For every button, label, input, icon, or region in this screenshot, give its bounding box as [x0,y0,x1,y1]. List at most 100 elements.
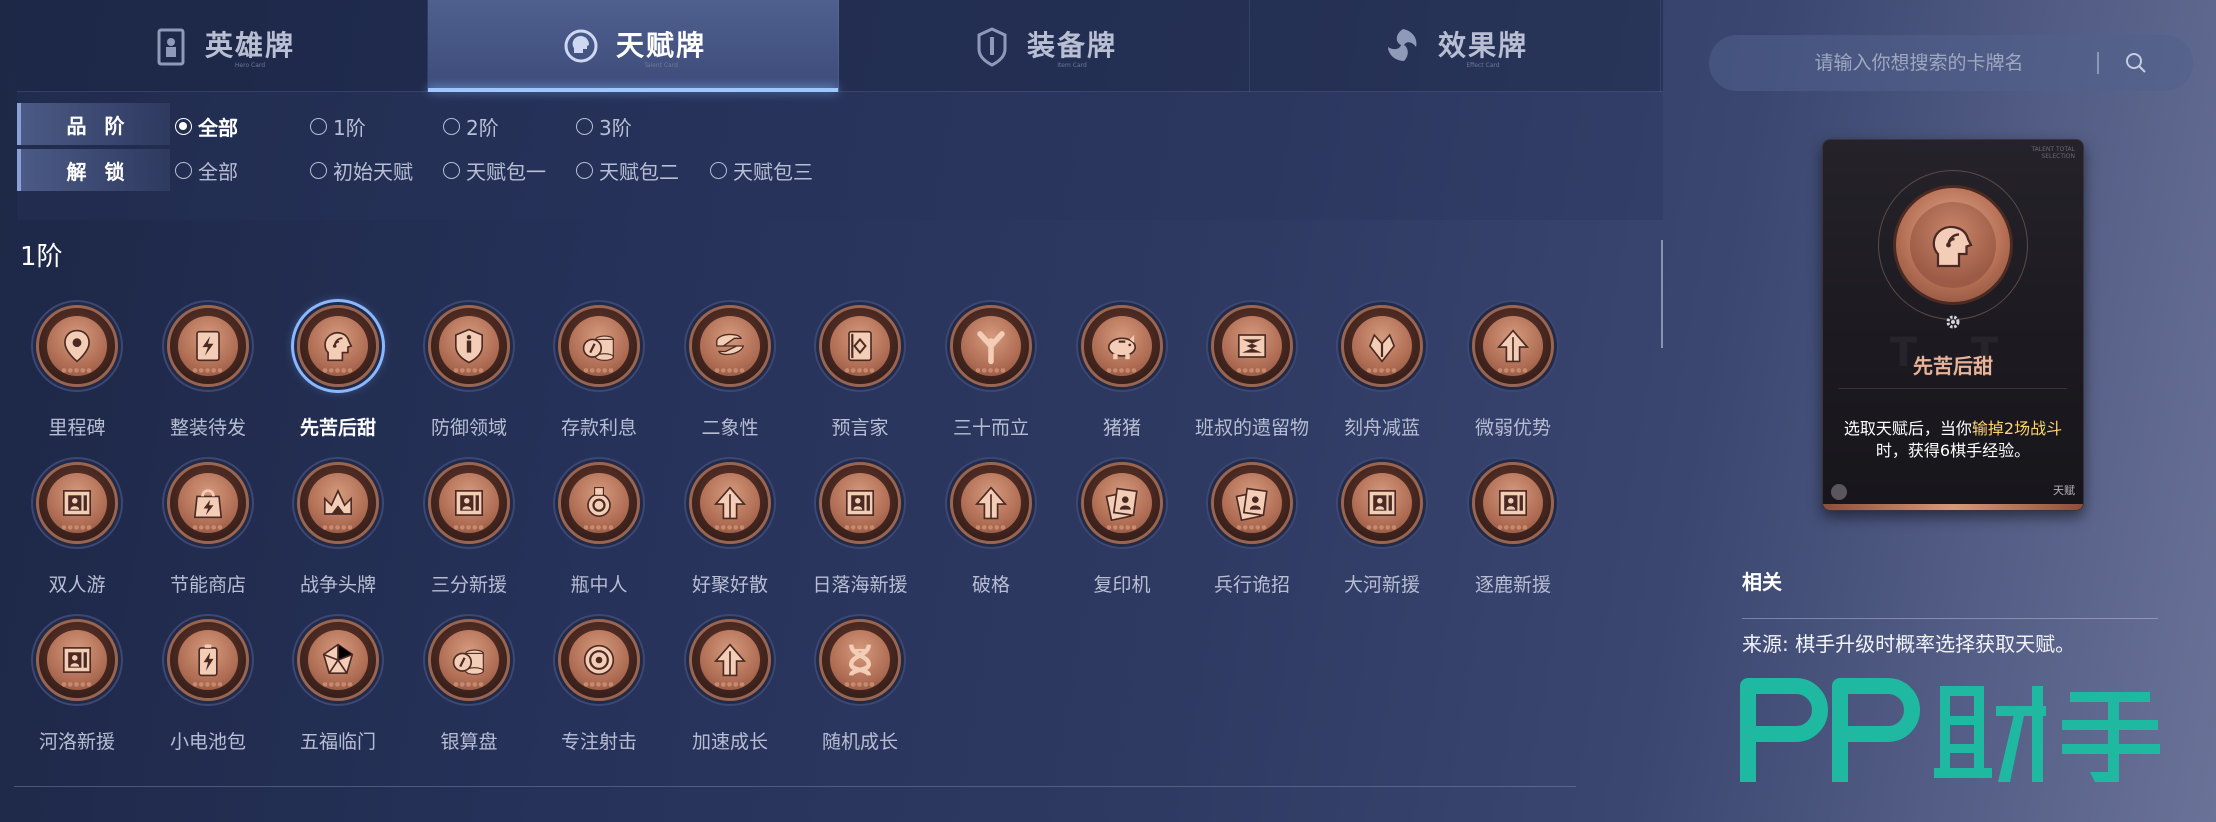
tier-filter-option[interactable]: 1阶 [310,112,366,141]
tier-dots: ●●●●● [1366,524,1398,531]
tab-talent[interactable]: 天赋牌 Talent Card [428,0,839,92]
card-name: 好聚好散 [691,574,768,596]
tier-dots: ●●●●● [583,367,615,374]
tier-dots: ●●●●● [453,367,485,374]
source-text: 来源: 棋手升级时概率选择获取天赋。 [1742,632,2076,656]
option-label: 2阶 [466,116,499,140]
search-separator [2097,52,2099,74]
talent-card[interactable]: ●●●●● 复印机 [1057,462,1187,612]
talent-card[interactable]: ●●●●● 先苦后甜 [273,305,403,455]
card-medal: ●●●●● [950,462,1032,544]
card-medal: ●●●●● [428,619,510,701]
search-button[interactable] [2119,46,2153,80]
card-name: 银算盘 [440,731,498,753]
radio-button[interactable] [576,162,593,179]
talent-card[interactable]: ●●●●● 里程碑 [12,305,142,455]
search-input[interactable] [1739,35,2099,91]
card-name: 存款利息 [560,417,637,439]
card-name: 三分新援 [430,574,507,596]
talent-card[interactable]: ●●●●● 逐鹿新援 [1448,462,1578,612]
option-label: 全部 [198,116,238,140]
tier-filter-option[interactable]: 全部 [175,112,238,141]
radio-button[interactable] [175,118,192,135]
tab-item[interactable]: 装备牌 Item Card [839,0,1250,92]
card-medal: ●●●●● [558,619,640,701]
talent-card[interactable]: ●●●●● 专注射击 [534,619,664,769]
tier-dots: ●●●●● [192,524,224,531]
unlock-filter-option[interactable]: 天赋包三 [710,156,813,185]
card-medal: ●●●●● [167,619,249,701]
talent-card[interactable]: ●●●●● 瓶中人 [534,462,664,612]
talent-card[interactable]: ●●●●● 兵行诡招 [1187,462,1317,612]
talent-card[interactable]: ●●●●● 三分新援 [404,462,534,612]
talent-card[interactable]: ●●●●● 战争头牌 [273,462,403,612]
option-label: 3阶 [599,116,632,140]
tier-dots: ●●●●● [844,681,876,688]
gear-icon [1946,315,1960,329]
radio-button[interactable] [710,162,727,179]
radio-button[interactable] [310,118,327,135]
card-name: 专注射击 [560,731,637,753]
talent-card[interactable]: ●●●●● 整装待发 [143,305,273,455]
card-medal: ●●●●● [297,462,379,544]
unlock-filter-option[interactable]: 天赋包一 [443,156,546,185]
card-name: 战争头牌 [299,574,376,596]
talent-card[interactable]: ●●●●● 三十而立 [926,305,1056,455]
card-medal: ●●●●● [1081,305,1163,387]
card-medal: ●●●●● [167,305,249,387]
tier-dots: ●●●●● [61,367,93,374]
card-name: 二象性 [701,417,759,439]
radio-button[interactable] [310,162,327,179]
talent-card[interactable]: ●●●●● 班叔的遗留物 [1187,305,1317,455]
unlock-filter-option[interactable]: 天赋包二 [576,156,679,185]
tab-text: 装备牌 Item Card [1027,24,1117,69]
detail-card: TALENT TOTAL SELECTION T T 先苦后甜 选取天赋后，当你… [1822,139,2084,511]
talent-card[interactable]: ●●●●● 节能商店 [143,462,273,612]
head-signal-icon [1932,225,1973,268]
talent-card[interactable]: ●●●●● 预言家 [795,305,925,455]
radio-button[interactable] [443,162,460,179]
unlock-filter-option[interactable]: 全部 [175,156,238,185]
tab-effect[interactable]: 效果牌 Effect Card [1250,0,1661,92]
card-name: 先苦后甜 [299,417,376,439]
tier-filter-option[interactable]: 2阶 [443,112,499,141]
tab-sublabel: Hero Card [234,61,266,69]
talent-card[interactable]: ●●●●● 小电池包 [143,619,273,769]
card-name: 刻舟减蓝 [1343,417,1420,439]
talent-card[interactable]: ●●●●● 防御领域 [404,305,534,455]
talent-card[interactable]: ●●●●● 五福临门 [273,619,403,769]
talent-card[interactable]: ●●●●● 银算盘 [404,619,534,769]
tab-label: 装备牌 [1026,28,1117,62]
card-medal: ●●●●● [819,462,901,544]
related-title: 相关 [1742,570,1782,594]
scrollbar[interactable] [1661,240,1663,348]
talent-card[interactable]: ●●●●● 日落海新援 [795,462,925,612]
card-name: 日落海新援 [812,574,908,596]
talent-card[interactable]: ●●●●● 随机成长 [795,619,925,769]
talent-card[interactable]: ●●●●● 加速成长 [665,619,795,769]
talent-card[interactable]: ●●●●● 好聚好散 [665,462,795,612]
card-medal: ●●●●● [36,305,118,387]
unlock-filter-option[interactable]: 初始天赋 [310,156,413,185]
talent-card[interactable]: ●●●●● 河洛新援 [12,619,142,769]
card-medal: ●●●●● [297,619,379,701]
radio-button[interactable] [576,118,593,135]
tier-dots: ●●●●● [322,681,354,688]
talent-card[interactable]: ●●●●● 二象性 [665,305,795,455]
card-name: 微弱优势 [1474,417,1551,439]
option-label: 全部 [198,160,238,184]
talent-card[interactable]: ●●●●● 微弱优势 [1448,305,1578,455]
talent-card[interactable]: ●●●●● 猪猪 [1057,305,1187,455]
radio-button[interactable] [443,118,460,135]
section-title: 1阶 [20,242,63,272]
talent-card[interactable]: ●●●●● 双人游 [12,462,142,612]
tab-hero[interactable]: 英雄牌 Hero Card [17,0,428,92]
tier-filter-option[interactable]: 3阶 [576,112,632,141]
radio-button[interactable] [175,162,192,179]
card-name: 五福临门 [299,731,376,753]
talent-card[interactable]: ●●●●● 存款利息 [534,305,664,455]
detail-card-description: 选取天赋后，当你输掉2场战斗 时，获得6棋手经验。 [1843,419,2063,460]
talent-card[interactable]: ●●●●● 破格 [926,462,1056,612]
talent-card[interactable]: ●●●●● 大河新援 [1317,462,1447,612]
talent-card[interactable]: ●●●●● 刻舟减蓝 [1317,305,1447,455]
